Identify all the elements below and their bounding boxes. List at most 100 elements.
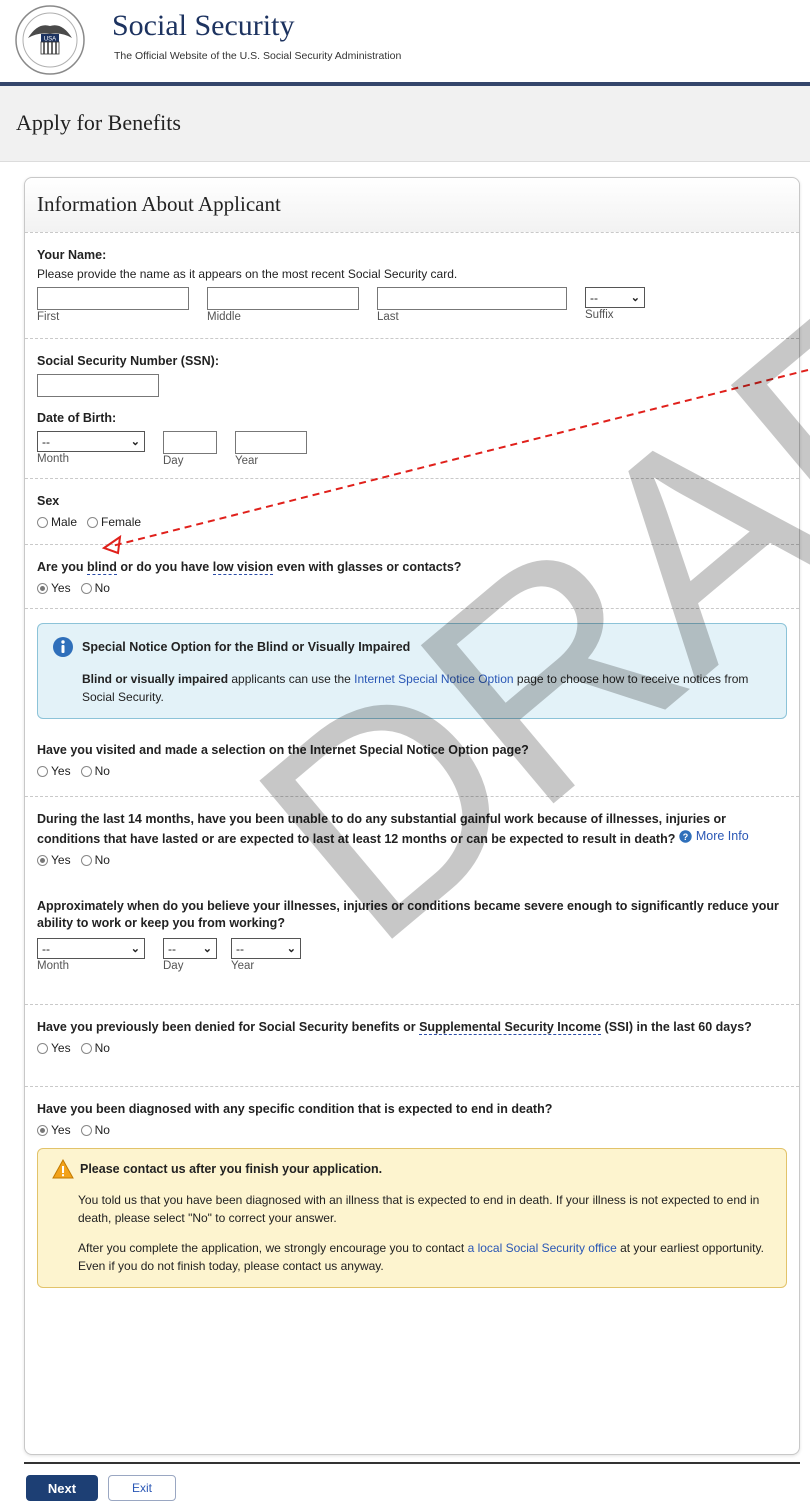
first-name-input[interactable] [37,287,189,310]
page-title: Apply for Benefits [0,86,810,162]
dob-month-caption: Month [37,453,69,465]
visited-section: Have you visited and made a selection on… [25,742,799,796]
last-name-input[interactable] [377,287,567,310]
sex-male-label: Male [51,515,78,529]
diagnosed-no-radio[interactable]: No [80,1123,110,1137]
radio-icon [37,765,48,777]
blind-q-post: even with glasses or contacts? [273,560,462,574]
sex-female-label: Female [101,515,142,529]
chevron-down-icon: ⌄ [630,292,640,304]
warn-wrapper: Please contact us after you finish your … [25,1148,799,1288]
name-label: Your Name: [37,248,107,262]
dob-year-input[interactable] [235,431,307,454]
visited-no-label: No [94,764,110,778]
site-tagline: The Official Website of the U.S. Social … [114,50,402,62]
site-title[interactable]: Social Security [112,9,294,43]
name-hint: Please provide the name as it appears on… [37,267,458,281]
warning-icon [52,1159,74,1179]
sex-male-radio[interactable]: Male [37,515,77,529]
onset-section: Approximately when do you believe your i… [25,896,799,1004]
ssn-section: Social Security Number (SSN): [25,338,799,406]
radio-icon [80,854,92,866]
blind-question: Are you blind or do you have low vision … [37,559,787,576]
special-notice-box: Special Notice Option for the Blind or V… [37,623,787,719]
warning-p2: After you complete the application, we s… [78,1239,772,1275]
denied-yes-label: Yes [51,1041,71,1055]
onset-month-caption: Month [37,960,69,972]
dob-day-input[interactable] [163,431,217,454]
onset-question: Approximately when do you believe your i… [37,899,779,930]
radio-icon [80,1124,92,1136]
suffix-caption: Suffix [585,309,614,321]
work-question-text: During the last 14 months, have you been… [37,812,727,846]
diagnosed-question: Have you been diagnosed with any specifi… [37,1102,553,1116]
onset-year-value: -- [236,941,244,956]
denied-q-post: (SSI) in the last 60 days? [601,1020,752,1034]
suffix-select[interactable]: -- ⌄ [585,287,645,308]
radio-selected-icon [37,582,48,594]
ssn-input[interactable] [37,374,159,397]
more-info-link[interactable]: More Info [696,828,749,845]
diagnosed-no-label: No [94,1123,110,1137]
radio-icon [80,1042,92,1054]
work-section: During the last 14 months, have you been… [25,796,799,896]
denied-yes-radio[interactable]: Yes [37,1041,71,1055]
warning-p2-pre: After you complete the application, we s… [78,1241,468,1255]
visited-yes-radio[interactable]: Yes [37,764,71,778]
denied-question: Have you previously been denied for Soci… [37,1019,787,1036]
low-vision-term-link[interactable]: low vision [212,560,274,575]
dob-month-value: -- [42,434,50,449]
warning-title: Please contact us after you finish your … [80,1162,383,1176]
radio-selected-icon [37,1124,48,1136]
onset-month-select[interactable]: -- ⌄ [37,938,145,959]
special-notice-option-link[interactable]: Internet Special Notice Option [354,672,513,686]
help-icon[interactable]: ? [679,830,692,843]
contact-us-warning: Please contact us after you finish your … [37,1148,787,1288]
ssi-term-link[interactable]: Supplemental Security Income [419,1020,602,1035]
visited-no-radio[interactable]: No [80,764,110,778]
denied-no-radio[interactable]: No [80,1041,110,1055]
radio-icon [37,1042,48,1054]
onset-year-select[interactable]: -- ⌄ [231,938,301,959]
work-no-label: No [94,853,110,867]
next-button[interactable]: Next [26,1475,98,1501]
radio-icon [80,582,92,594]
chevron-down-icon: ⌄ [130,943,140,955]
radio-selected-icon [37,854,48,866]
blind-term-link[interactable]: blind [87,560,117,575]
notice-section: Special Notice Option for the Blind or V… [25,608,799,742]
work-no-radio[interactable]: No [80,853,110,867]
middle-name-input[interactable] [207,287,359,310]
blind-q-mid: or do you have [116,560,213,574]
suffix-value: -- [590,290,598,305]
onset-day-select[interactable]: -- ⌄ [163,938,217,959]
last-caption: Last [377,311,399,323]
chevron-down-icon: ⌄ [286,943,296,955]
exit-button[interactable]: Exit [108,1475,176,1501]
footer-divider [24,1462,800,1464]
visited-question: Have you visited and made a selection on… [37,743,529,757]
work-yes-radio[interactable]: Yes [37,853,71,867]
onset-day-caption: Day [163,960,184,972]
work-question: During the last 14 months, have you been… [37,811,787,848]
panel-title: Information About Applicant [25,178,799,232]
diagnosed-section: Have you been diagnosed with any specifi… [25,1086,799,1144]
dob-section: Date of Birth: -- ⌄ Month Day Year [25,406,799,478]
local-office-link[interactable]: a local Social Security office [468,1241,617,1255]
notice-title: Special Notice Option for the Blind or V… [82,640,411,654]
dob-month-select[interactable]: -- ⌄ [37,431,145,452]
blind-yes-label: Yes [51,581,71,595]
site-header: USA Social Security The Official Website… [0,0,810,86]
sex-section: Sex Male Female [25,478,799,544]
blind-no-label: No [94,581,110,595]
middle-caption: Middle [207,311,241,323]
notice-text1: applicants can use the [228,672,355,686]
denied-q-pre: Have you previously been denied for Soci… [37,1020,420,1034]
svg-text:?: ? [683,832,689,842]
diagnosed-yes-radio[interactable]: Yes [37,1123,71,1137]
sex-female-radio[interactable]: Female [87,515,141,529]
onset-year-caption: Year [231,960,255,972]
blind-no-radio[interactable]: No [80,581,110,595]
blind-yes-radio[interactable]: Yes [37,581,71,595]
ssa-seal-icon: USA [15,5,85,75]
